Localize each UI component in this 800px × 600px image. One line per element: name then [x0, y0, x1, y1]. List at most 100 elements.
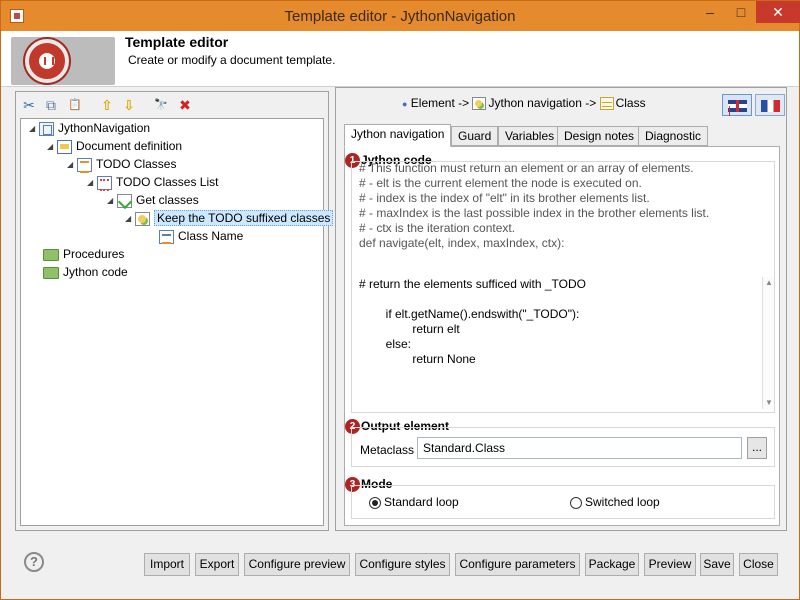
metaclass-browse-button[interactable]: ...	[747, 437, 767, 459]
editor-panel: ● Element -> Jython navigation -> Class …	[335, 87, 787, 531]
tab-design-notes[interactable]: Design notes	[557, 126, 642, 146]
find-icon[interactable]: 🔭	[152, 96, 170, 114]
tree-item-label: Get classes	[136, 193, 199, 207]
class-name-icon	[159, 229, 174, 244]
banner-subtitle: Create or modify a document template.	[128, 53, 336, 67]
help-icon[interactable]: ?	[24, 552, 44, 572]
template-tree: ◢ JythonNavigation ◢ Document definition ◢…	[20, 118, 334, 526]
code-comment-line: # This function must return an element o…	[359, 161, 694, 175]
english-flag-icon[interactable]	[722, 94, 752, 116]
export-button[interactable]: Export	[195, 553, 239, 576]
code-line: else:	[359, 337, 412, 351]
code-comment-line: # - maxIndex is the last possible index …	[359, 206, 710, 220]
close-button[interactable]: Close	[739, 553, 778, 576]
tree-item-jython-code[interactable]: Jython code	[43, 263, 128, 281]
collapse-arrow-icon[interactable]: ◢	[107, 192, 117, 210]
tree-item-class-name[interactable]: Class Name	[159, 227, 243, 245]
paste-icon[interactable]: 📋	[66, 96, 84, 114]
navigation-icon	[135, 211, 150, 226]
metaclass-field[interactable]: Standard.Class	[417, 437, 742, 459]
breadcrumb-class: Class	[615, 96, 646, 110]
tree-item-get-classes[interactable]: ◢ Get classes	[107, 191, 199, 209]
jython-navigation-tab-content: 1 Jython code # This function must return…	[344, 146, 780, 526]
header-banner: Template editor Create or modify a docum…	[1, 31, 799, 87]
navigation-icon	[472, 97, 487, 111]
template-editor-window: Template editor - JythonNavigation – □ ✕…	[0, 0, 800, 600]
tab-guard[interactable]: Guard	[451, 126, 499, 146]
title-bar: Template editor - JythonNavigation – □ ✕	[1, 1, 800, 31]
tab-variables[interactable]: Variables	[498, 126, 562, 146]
french-flag-icon[interactable]	[755, 94, 785, 116]
code-comment-line: # - index is the index of "elt" in its b…	[359, 191, 650, 205]
logo-icon	[11, 37, 115, 85]
maximize-button[interactable]: □	[726, 1, 756, 23]
scroll-down-icon[interactable]: ▼	[763, 397, 775, 409]
code-scrollbar[interactable]: ▲ ▼	[762, 277, 774, 409]
delete-icon[interactable]: ✖	[176, 96, 194, 114]
move-down-icon[interactable]: ⇩	[120, 96, 138, 114]
list-icon	[97, 175, 112, 191]
tree-item-todo-classes-list[interactable]: ◢ TODO Classes List	[87, 173, 218, 191]
collapse-arrow-icon[interactable]: ◢	[29, 120, 39, 138]
template-tree-panel: ✂ ⧉ 📋 ⇧ ⇩ 🔭 ✖ ◢ JythonNavigation ◢ Documen…	[15, 91, 334, 531]
radio-selected-icon	[369, 496, 381, 509]
cut-icon[interactable]: ✂	[20, 96, 38, 114]
tree-item-todo-classes[interactable]: ◢ TODO Classes	[67, 155, 176, 173]
configure-parameters-button[interactable]: Configure parameters	[455, 553, 580, 576]
metaclass-label: Metaclass	[360, 443, 415, 457]
code-body-textarea[interactable]: # return the elements sufficed with _TOD…	[353, 277, 763, 409]
code-line: # return the elements sufficed with _TOD…	[359, 277, 586, 291]
collapse-arrow-icon[interactable]: ◢	[125, 210, 135, 228]
collapse-arrow-icon[interactable]: ◢	[67, 156, 77, 174]
breadcrumb-navigation: Jython navigation ->	[488, 96, 597, 110]
configure-styles-button[interactable]: Configure styles	[355, 553, 450, 576]
copy-icon[interactable]: ⧉	[42, 96, 60, 114]
code-def-line: def navigate(elt, index, maxIndex, ctx):	[359, 236, 565, 250]
folder-icon	[43, 266, 59, 279]
collapse-arrow-icon[interactable]: ◢	[87, 174, 97, 192]
jython-code-editor: # This function must return an element o…	[353, 161, 776, 411]
minimize-button[interactable]: –	[695, 1, 725, 23]
preview-button[interactable]: Preview	[644, 553, 696, 576]
document-icon	[57, 139, 72, 154]
breadcrumb-element: Element ->	[410, 96, 470, 110]
breadcrumb: ● Element -> Jython navigation -> Class	[402, 96, 646, 111]
tree-item-procedures[interactable]: Procedures	[43, 245, 124, 263]
tree-item-label: Document definition	[76, 139, 183, 153]
scroll-up-icon[interactable]: ▲	[763, 277, 775, 289]
class-icon	[599, 97, 614, 111]
tree-item-label: TODO Classes List	[116, 175, 219, 189]
tab-diagnostic[interactable]: Diagnostic	[638, 126, 709, 146]
folder-icon	[43, 248, 59, 261]
window-title: Template editor - JythonNavigation	[284, 8, 516, 25]
tree-item-document-definition[interactable]: ◢ Document definition	[47, 137, 182, 155]
close-window-button[interactable]: ✕	[756, 1, 800, 23]
code-comment-line: # - elt is the current element the node …	[359, 176, 642, 190]
tree-item-label: Class Name	[178, 229, 244, 243]
tree-item-label: JythonNavigation	[58, 121, 151, 135]
save-button[interactable]: Save	[700, 553, 734, 576]
standard-loop-radio[interactable]: Standard loop	[369, 495, 459, 509]
tree-item-keep-todo-suffixed[interactable]: ◢ Keep the TODO suffixed classes	[125, 209, 334, 228]
tree-item-label: Jython code	[63, 265, 128, 279]
class-icon	[77, 157, 92, 173]
get-icon	[117, 193, 132, 208]
package-button[interactable]: Package	[585, 553, 639, 576]
bullet-icon: ●	[402, 99, 408, 109]
code-comment-line: # - ctx is the iteration context.	[359, 221, 516, 235]
switched-loop-radio[interactable]: Switched loop	[570, 495, 660, 509]
tree-item-label: Keep the TODO suffixed classes	[154, 210, 334, 226]
move-up-icon[interactable]: ⇧	[98, 96, 116, 114]
project-icon	[39, 121, 54, 136]
tree-item-jythonnavigation[interactable]: ◢ JythonNavigation	[29, 119, 150, 137]
collapse-arrow-icon[interactable]: ◢	[47, 138, 57, 156]
banner-title: Template editor	[125, 34, 229, 50]
code-line: return None	[359, 352, 476, 366]
code-line: if elt.getName().endswith("_TODO"):	[359, 307, 580, 321]
radio-unselected-icon	[570, 496, 582, 509]
tab-jython-navigation[interactable]: Jython navigation	[344, 124, 452, 147]
tree-item-label: Procedures	[63, 247, 125, 261]
tree-item-label: TODO Classes	[96, 157, 177, 171]
import-button[interactable]: Import	[144, 553, 190, 576]
configure-preview-button[interactable]: Configure preview	[244, 553, 350, 576]
